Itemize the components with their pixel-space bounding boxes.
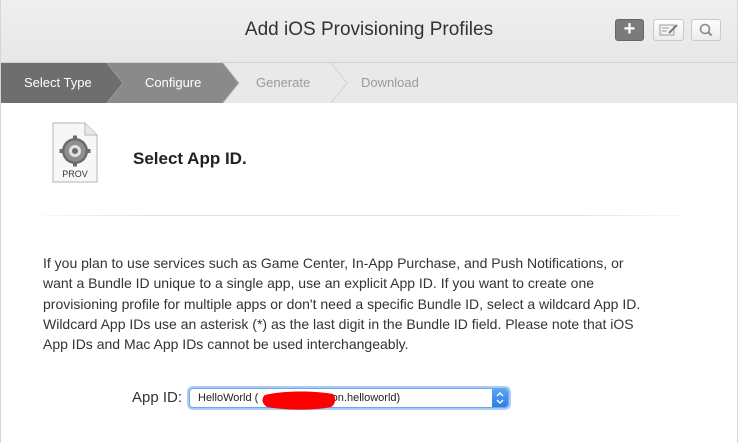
step-chevrons <box>106 63 348 103</box>
description-text: If you plan to use services such as Game… <box>43 255 641 353</box>
header-bar: Add iOS Provisioning Profiles + <box>1 0 737 63</box>
step-progress-bar: Select Type Configure Generate Download <box>1 63 737 103</box>
edit-icon <box>659 24 678 36</box>
provisioning-profile-file-icon: PROV <box>52 122 98 183</box>
section-title: Select App ID. <box>133 149 247 168</box>
add-button[interactable]: + <box>615 19 644 41</box>
prov-icon-label: PROV <box>62 169 88 179</box>
divider <box>43 215 683 216</box>
app-id-label: App ID: <box>132 389 183 406</box>
plus-icon: + <box>623 18 636 40</box>
redaction-mark <box>262 391 336 410</box>
app-id-select[interactable]: HelloWorld ( .com.neutrofoton.helloworld… <box>189 388 509 408</box>
edit-button[interactable] <box>653 19 684 41</box>
search-icon <box>699 23 713 37</box>
search-button[interactable] <box>691 19 721 41</box>
select-stepper-icon <box>492 389 508 407</box>
window: Add iOS Provisioning Profiles + Select T… <box>0 0 738 443</box>
